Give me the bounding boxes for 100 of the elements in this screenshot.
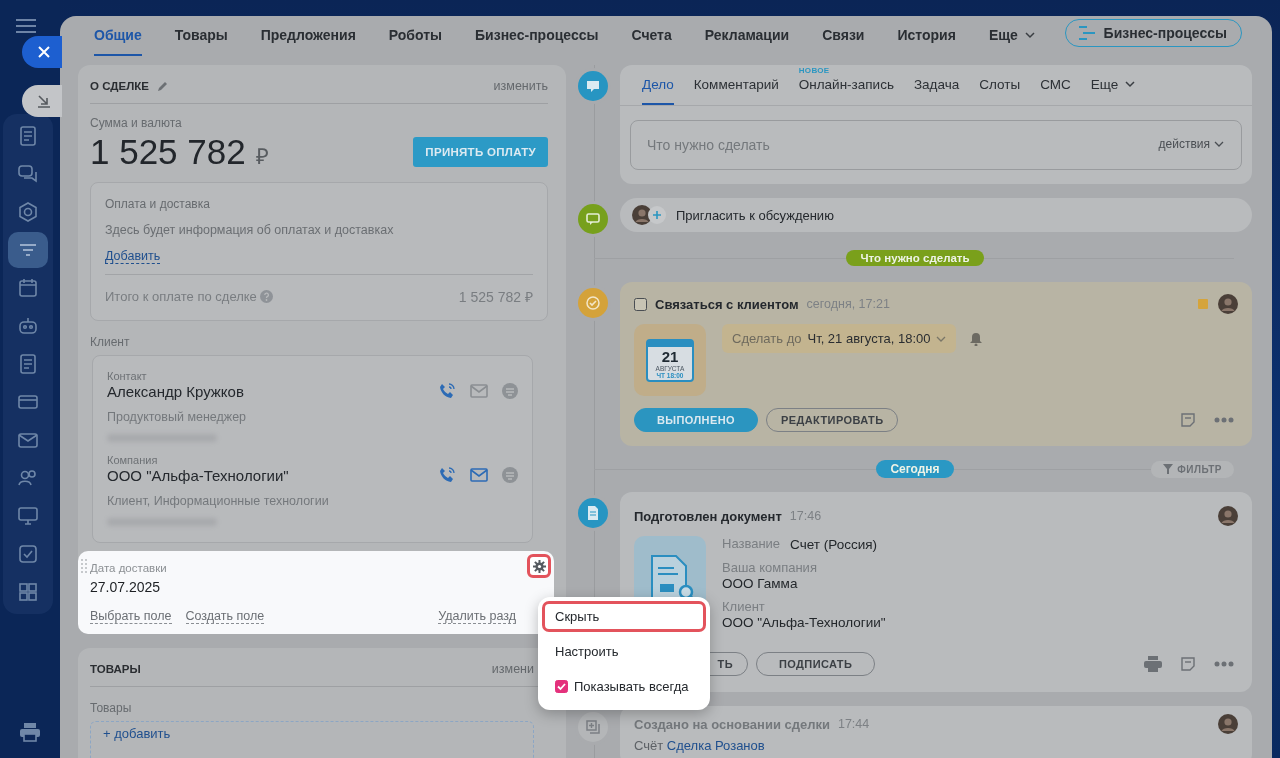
section-title: О СДЕЛКЕ	[90, 80, 149, 92]
info-text: Здесь будет информация об оплатах и доставках	[105, 223, 395, 237]
new-label: НОВОЕ	[798, 66, 830, 75]
note-icon[interactable]	[1180, 656, 1196, 672]
check-icon	[586, 296, 600, 310]
entry-title: Подготовлен документ	[634, 508, 782, 524]
tab[interactable]: Дело	[642, 65, 674, 105]
avatar-icon	[1218, 294, 1238, 314]
printer-icon[interactable]	[1144, 656, 1162, 672]
deal-link[interactable]: Сделка Розанов	[666, 738, 765, 753]
more-icon[interactable]	[1214, 661, 1234, 667]
grid-icon	[17, 581, 39, 603]
tab[interactable]: Комментарий	[693, 65, 779, 105]
tab[interactable]: История	[897, 16, 956, 56]
field-label: Дата доставки	[90, 561, 167, 574]
mail-icon[interactable]	[470, 384, 488, 398]
field-value: ООО "Альфа-Технологии"	[722, 614, 886, 632]
deadline-selector[interactable]: Сделать до Чт, 21 августа, 18:00	[722, 324, 957, 353]
pencil-icon[interactable]	[156, 80, 169, 92]
invite-bar[interactable]: Пригласить к обсуждению	[620, 198, 1252, 232]
plus-icon	[652, 210, 662, 220]
phone-icon[interactable]	[438, 466, 456, 484]
chat-icon[interactable]	[502, 467, 518, 483]
phone-icon[interactable]	[438, 382, 456, 400]
actions-dropdown[interactable]: действия	[1158, 137, 1224, 151]
avatar-icon	[1218, 714, 1238, 734]
field-label: Товары	[90, 701, 133, 715]
drag-handle-icon[interactable]	[81, 559, 87, 573]
tab[interactable]: Роботы	[388, 16, 443, 56]
section-title: ТОВАРЫ	[90, 663, 141, 675]
field-value: 27.07.2025	[90, 579, 162, 595]
monitor-icon	[17, 505, 39, 527]
tab[interactable]: Рекламации	[704, 16, 790, 56]
tab[interactable]: Предложения	[260, 16, 356, 56]
copy-icon	[586, 720, 600, 734]
delete-section-link[interactable]: Удалить разд	[438, 609, 516, 624]
field-value: ООО Гамма	[722, 575, 799, 593]
more-icon[interactable]	[1214, 417, 1234, 423]
action-link[interactable]: Выбрать поле	[90, 609, 172, 624]
action-link[interactable]: Создать поле	[185, 609, 265, 624]
help-icon	[259, 290, 273, 303]
tab[interactable]: Общие	[94, 16, 142, 56]
entry-time: 17:44	[837, 717, 870, 731]
tab[interactable]: Бизнес-процессы	[475, 16, 599, 56]
menu-icon[interactable]	[15, 18, 37, 34]
checkbox[interactable]	[555, 680, 568, 693]
field-value: Счет (Россия)	[790, 536, 877, 554]
tab[interactable]: СМС	[1040, 65, 1071, 105]
chat-icon[interactable]	[502, 383, 518, 399]
settings-button[interactable]	[527, 554, 551, 578]
menu-item[interactable]: Показывать всегда	[542, 671, 706, 702]
task-title: Связаться с клиентом	[655, 296, 799, 312]
calendar-icon	[17, 277, 39, 299]
caret-icon	[1023, 29, 1036, 41]
tab[interactable]: Товары	[174, 16, 228, 56]
caret-icon	[1124, 78, 1137, 90]
field-label: Клиент	[722, 599, 766, 614]
contact-name[interactable]: ООО "Альфа-Технологии"	[107, 466, 289, 484]
field-label: Контакт	[107, 370, 148, 382]
bell-icon[interactable]	[970, 331, 983, 346]
field-label: Ваша компания	[722, 560, 818, 575]
tab[interactable]: Слоты	[979, 65, 1021, 105]
field-label: Клиент	[90, 335, 131, 349]
collapse-button[interactable]	[22, 85, 62, 117]
entry-time: 17:46	[789, 509, 822, 523]
tab[interactable]: Счета	[631, 16, 672, 56]
total-value: 1 525 782 ₽	[458, 288, 533, 306]
add-link[interactable]: + добавить	[103, 726, 171, 741]
entry-title: Создано на основании сделки	[634, 716, 830, 732]
sidebar-item[interactable]	[8, 232, 48, 268]
checkbox[interactable]	[634, 297, 647, 311]
close-button[interactable]	[22, 36, 62, 68]
panel-title: Оплата и доставка	[105, 197, 211, 211]
add-link[interactable]: Добавить	[105, 249, 161, 264]
contact-subtitle: Продуктовый менеджер	[107, 410, 248, 424]
menu-item[interactable]: Скрыть	[542, 601, 706, 632]
menu-item[interactable]: Настроить	[542, 636, 706, 667]
tab[interactable]: Задача	[913, 65, 960, 105]
entry-text: Счёт	[634, 738, 664, 753]
mail-icon[interactable]	[470, 468, 488, 482]
tab[interactable]: Связи	[822, 16, 865, 56]
calendar-day: 21	[661, 348, 679, 365]
total-label: Итого к оплате по сделке	[105, 289, 257, 304]
section-divider-label: Сегодня	[876, 460, 954, 478]
field-label: Компания	[107, 454, 159, 466]
note-icon[interactable]	[1180, 412, 1196, 428]
caret-icon	[1214, 139, 1224, 149]
printer-icon[interactable]	[19, 722, 41, 742]
tab[interactable]: Еще	[1090, 65, 1137, 105]
section-divider-label: Что нужно сделать	[846, 250, 984, 266]
contact-name[interactable]: Александр Кружков	[107, 382, 244, 400]
chat-icon	[17, 163, 39, 185]
settings-icon	[532, 559, 546, 573]
tab[interactable]: Еще	[988, 16, 1036, 56]
chat-icon	[586, 212, 600, 226]
products-field[interactable]: + добавить	[90, 721, 534, 758]
robot-icon	[17, 315, 39, 337]
hexagon-icon	[17, 201, 39, 223]
currency-sign: ₽	[255, 144, 269, 169]
field-label: Название	[722, 536, 781, 553]
